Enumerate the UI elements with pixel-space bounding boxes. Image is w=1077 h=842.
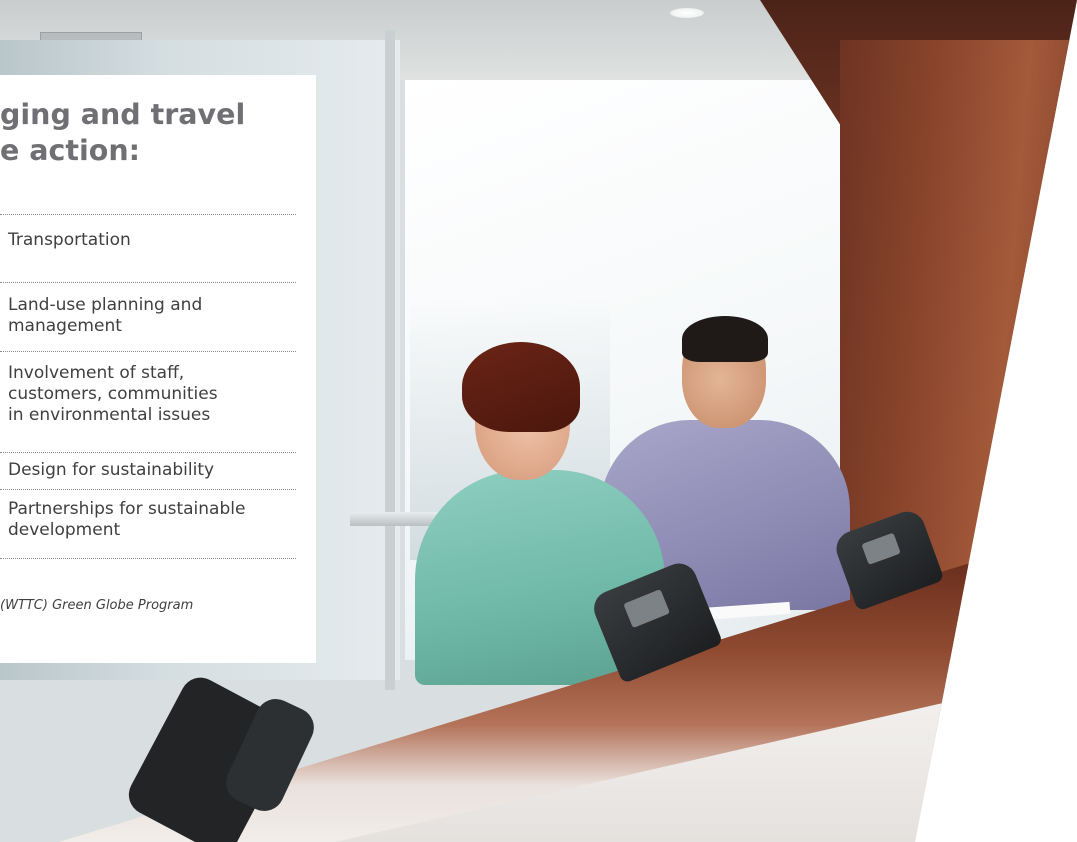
- list-item: Land-use planning and management: [0, 283, 296, 352]
- ceiling-light: [670, 8, 704, 18]
- woman-hair: [462, 342, 580, 432]
- man-hair: [682, 316, 768, 362]
- info-panel: ging and travel e action: Transportation…: [0, 75, 316, 663]
- list-item-label: Transportation: [8, 230, 131, 250]
- source-note: (WTTC) Green Globe Program: [0, 598, 194, 613]
- panel-heading: ging and travel e action:: [0, 97, 316, 169]
- list-item-label: Design for sustainability: [8, 460, 215, 480]
- list-item-label: Involvement of staff, customers, communi…: [8, 363, 218, 425]
- list-item: Transportation: [0, 214, 296, 283]
- heading-line: e action:: [0, 134, 141, 167]
- list-item-label: Land-use planning and management: [8, 295, 203, 336]
- list-item: Design for sustainability: [0, 453, 296, 490]
- phone-screen: [623, 589, 671, 629]
- phone-screen: [861, 532, 901, 565]
- glass-frame: [385, 30, 395, 690]
- list-item: Involvement of staff, customers, communi…: [0, 352, 296, 453]
- list-item: Partnerships for sustainable development: [0, 490, 296, 559]
- action-areas-list: Transportation Land-use planning and man…: [0, 214, 296, 559]
- heading-line: ging and travel: [0, 98, 246, 131]
- list-item-label: Partnerships for sustainable development: [8, 499, 246, 540]
